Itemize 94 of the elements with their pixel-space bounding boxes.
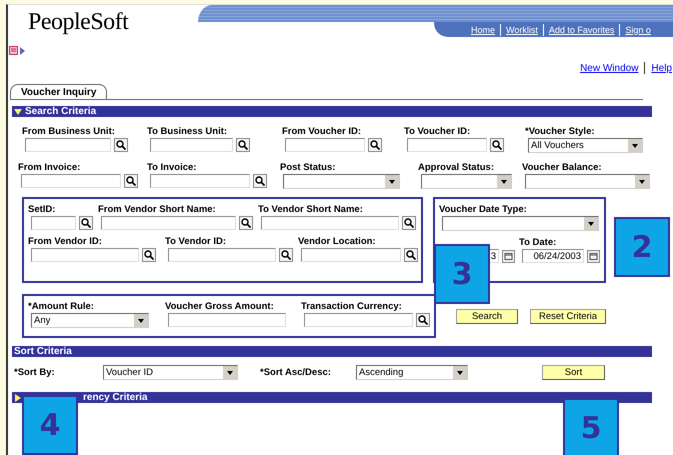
dropdown[interactable]: Ascending <box>356 365 468 380</box>
field-label: To Date: <box>519 237 558 249</box>
field-label: From Voucher ID: <box>282 126 362 138</box>
field-label: Transaction Currency: <box>301 301 403 313</box>
input-field[interactable] <box>101 216 236 230</box>
input-field[interactable] <box>150 174 250 188</box>
search-icon[interactable] <box>114 138 128 152</box>
callout-number: 5 <box>563 398 619 455</box>
collapse-icon[interactable] <box>14 108 22 116</box>
section-title: rency Criteria <box>83 392 148 403</box>
dropdown[interactable]: Voucher ID <box>103 365 238 380</box>
expand-icon[interactable] <box>14 394 22 402</box>
search-icon[interactable] <box>236 138 250 152</box>
callout-number: 4 <box>22 395 78 455</box>
field-label: *Amount Rule: <box>28 301 95 313</box>
input-field[interactable] <box>31 216 76 230</box>
field-label: Approval Status: <box>418 162 496 174</box>
search-icon[interactable] <box>402 216 416 230</box>
search-icon[interactable] <box>404 248 418 262</box>
input-field[interactable] <box>31 248 139 262</box>
caret-icon <box>223 366 237 380</box>
field-label: To Voucher ID: <box>404 126 472 138</box>
field-label: *Sort By: <box>14 367 56 378</box>
input-field[interactable] <box>261 216 399 230</box>
field-label: SetID: <box>28 204 56 216</box>
caret-icon <box>385 174 399 188</box>
search-icon[interactable] <box>79 216 93 230</box>
section-header[interactable]: Sort Criteria <box>12 346 652 357</box>
section-header[interactable]: Search Criteria <box>12 106 652 117</box>
search-icon[interactable] <box>490 138 504 152</box>
field-label: Voucher Balance: <box>522 162 603 174</box>
dropdown[interactable]: All Vouchers <box>528 138 643 153</box>
field-label: Vendor Location: <box>298 236 377 248</box>
field-label: From Invoice: <box>18 162 82 174</box>
caret-icon <box>134 314 148 328</box>
field-label: From Vendor Short Name: <box>98 204 217 216</box>
field-label: Voucher Gross Amount: <box>165 301 275 313</box>
calendar-icon[interactable] <box>587 250 600 262</box>
button[interactable]: Sort <box>542 365 605 380</box>
input-field[interactable] <box>407 138 487 152</box>
caret-icon <box>584 216 598 230</box>
page-link[interactable]: New Window <box>580 62 638 74</box>
search-icon[interactable] <box>279 248 293 262</box>
field-label: To Business Unit: <box>147 126 228 138</box>
caret-icon <box>453 366 467 380</box>
calendar-icon[interactable] <box>502 250 515 262</box>
tab[interactable]: Voucher Inquiry <box>10 84 108 99</box>
field-label: To Vendor Short Name: <box>258 204 364 216</box>
header-link[interactable]: Sign o <box>620 24 656 34</box>
search-icon[interactable] <box>368 138 382 152</box>
page-link[interactable]: Help <box>651 62 672 74</box>
field-label: To Vendor ID: <box>165 236 228 248</box>
caret-icon <box>635 174 649 188</box>
callout-number: 2 <box>614 217 670 277</box>
field-label: *Voucher Style: <box>525 126 596 138</box>
triangle-icon[interactable] <box>20 46 25 54</box>
search-icon[interactable] <box>124 174 138 188</box>
search-icon[interactable] <box>416 313 430 327</box>
search-icon[interactable] <box>239 216 253 230</box>
menu-icon[interactable] <box>9 46 18 55</box>
field-label: Voucher Date Type: <box>439 204 528 216</box>
input-field[interactable] <box>285 138 365 152</box>
input-field[interactable] <box>168 313 286 327</box>
input-field[interactable] <box>168 248 276 262</box>
caret-icon <box>497 174 511 188</box>
section-header[interactable]: rency Criteria <box>12 392 652 403</box>
input-field[interactable] <box>304 313 413 327</box>
input-field[interactable] <box>21 174 121 188</box>
header-link[interactable]: Add to Favorites <box>544 24 620 34</box>
search-icon[interactable] <box>253 174 267 188</box>
header-link[interactable]: Worklist <box>501 24 543 34</box>
section-title: Sort Criteria <box>14 346 72 357</box>
input-field[interactable] <box>301 248 401 262</box>
input-field[interactable] <box>150 138 233 152</box>
caret-icon <box>628 138 642 152</box>
callout-number: 3 <box>434 244 490 304</box>
dropdown[interactable] <box>525 174 650 189</box>
field-label: To Invoice: <box>147 162 198 174</box>
logo: PeopleSoft <box>27 8 130 37</box>
button[interactable]: Reset Criteria <box>530 308 606 324</box>
header-link[interactable]: Home <box>466 24 500 34</box>
dropdown[interactable] <box>283 174 400 189</box>
input-field[interactable]: 06/24/2003 <box>522 249 584 263</box>
field-label: From Vendor ID: <box>28 236 103 248</box>
section-title: Search Criteria <box>25 106 96 117</box>
field-label: Post Status: <box>280 162 336 174</box>
search-icon[interactable] <box>142 248 156 262</box>
field-label: *Sort Asc/Desc: <box>260 367 332 378</box>
field-label: From Business Unit: <box>22 126 116 138</box>
input-field[interactable] <box>25 138 111 152</box>
dropdown[interactable] <box>442 216 599 231</box>
dropdown[interactable]: Any <box>31 313 149 328</box>
button[interactable]: Search <box>456 308 518 324</box>
dropdown[interactable] <box>421 174 512 189</box>
